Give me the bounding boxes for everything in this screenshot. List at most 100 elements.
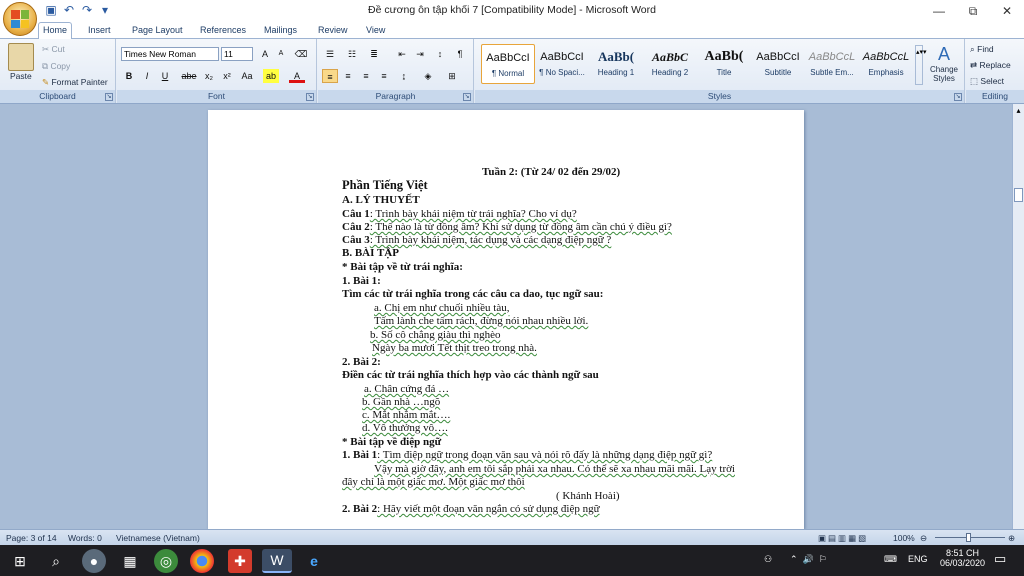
close-button[interactable]: ✕ — [990, 0, 1024, 22]
clock[interactable]: 8:51 CH 06/03/2020 — [940, 548, 985, 568]
font-family-select[interactable]: Times New Roman — [121, 47, 219, 61]
proverb-b-1: b. Số cô chẳng giàu thì nghèo — [370, 329, 501, 341]
zoom-in-icon[interactable]: ⊕ — [1008, 533, 1015, 544]
styles-scroll-icon[interactable]: ▴▾▾ — [915, 45, 927, 85]
bold-button[interactable]: B — [121, 69, 137, 83]
view-buttons-icon[interactable]: ▣▤▥▦▧ — [818, 533, 868, 544]
styles-launcher-icon[interactable]: ↘ — [954, 93, 962, 101]
tray-icons[interactable]: ⌃🔊⚐ — [790, 554, 832, 565]
grow-font-button[interactable]: A — [257, 47, 273, 61]
shading-icon[interactable]: ◈ — [420, 69, 436, 83]
font-group: Times New Roman 11 A A ⌫ B I U abe x₂ x²… — [117, 39, 317, 103]
app-icon[interactable]: ◎ — [154, 549, 178, 573]
paste-icon[interactable] — [8, 43, 34, 71]
tab-review[interactable]: Review — [314, 23, 352, 37]
app-icon[interactable]: ▦ — [118, 549, 142, 573]
tab-mailings[interactable]: Mailings — [260, 23, 301, 37]
strikethrough-button[interactable]: abe — [181, 69, 197, 83]
align-left-icon[interactable]: ≡ — [322, 69, 338, 83]
decrease-indent-icon[interactable]: ⇤ — [394, 47, 410, 61]
style-subtitle[interactable]: AaBbCcI Subtitle — [751, 44, 805, 84]
keyboard-icon[interactable]: ⌨ — [884, 554, 897, 565]
proverb-a-2: Tấm lành che tấm rách, đừng nói nhau nhi… — [374, 315, 589, 327]
tab-references[interactable]: References — [196, 23, 250, 37]
document-page[interactable]: Tuần 2: (Từ 24/ 02 đến 29/02) Phần Tiếng… — [208, 110, 804, 529]
repetition-ex-2: 2. Bài 2: Hãy viết một đoạn văn ngắn có … — [342, 503, 600, 515]
find-button[interactable]: ⌕ Find — [970, 44, 994, 55]
numbering-icon[interactable]: ☷ — [344, 47, 360, 61]
align-right-icon[interactable]: ≡ — [358, 69, 374, 83]
tab-page-layout[interactable]: Page Layout — [128, 23, 187, 37]
word-icon[interactable]: W — [262, 549, 292, 573]
office-button[interactable] — [3, 2, 37, 36]
exercise-1-label: 1. Bài 1: — [342, 275, 381, 287]
borders-icon[interactable]: ⊞ — [444, 69, 460, 83]
windows-start-icon[interactable]: ⊞ — [8, 549, 32, 573]
sort-icon[interactable]: ↕ — [432, 47, 448, 61]
chrome-icon[interactable] — [190, 549, 214, 573]
subscript-button[interactable]: x₂ — [201, 69, 217, 83]
language-indicator[interactable]: Vietnamese (Vietnam) — [116, 533, 200, 543]
zoom-slider-thumb[interactable] — [966, 533, 971, 542]
justify-icon[interactable]: ≡ — [376, 69, 392, 83]
style-subtle-emphasis[interactable]: AaBbCcL Subtle Em... — [805, 44, 859, 84]
shrink-font-button[interactable]: A — [273, 47, 289, 61]
italic-button[interactable]: I — [139, 69, 155, 83]
clipboard-launcher-icon[interactable]: ↘ — [105, 93, 113, 101]
change-styles-button[interactable]: A Change Styles — [927, 43, 961, 83]
tab-insert[interactable]: Insert — [84, 23, 115, 37]
superscript-button[interactable]: x² — [219, 69, 235, 83]
repetition-ex-1: 1. Bài 1: Tìm điệp ngữ trong đoạn văn sa… — [342, 449, 713, 461]
search-icon[interactable]: ⌕ — [44, 549, 68, 573]
cut-button[interactable]: ✂ Cut — [42, 44, 65, 55]
tab-view[interactable]: View — [362, 23, 389, 37]
multilevel-list-icon[interactable]: ≣ — [366, 47, 382, 61]
paragraph-label: Paragraph — [318, 90, 473, 103]
people-icon[interactable]: ⚇ — [764, 554, 772, 565]
ie-icon[interactable]: e — [302, 549, 326, 573]
page-count[interactable]: Page: 3 of 14 — [6, 533, 57, 543]
style-normal[interactable]: AaBbCcI ¶ Normal — [481, 44, 535, 84]
bullets-icon[interactable]: ☰ — [322, 47, 338, 61]
underline-button[interactable]: U — [157, 69, 173, 83]
increase-indent-icon[interactable]: ⇥ — [412, 47, 428, 61]
paste-button[interactable]: Paste — [10, 71, 32, 81]
minimize-button[interactable]: — — [922, 0, 956, 22]
font-color-icon[interactable]: A — [289, 69, 305, 83]
style-emphasis[interactable]: AaBbCcL Emphasis — [859, 44, 913, 84]
style-heading-1[interactable]: AaBb(Heading 1 — [589, 44, 643, 84]
zoom-out-icon[interactable]: ⊖ — [920, 533, 927, 544]
title-bar: ▣ ↶ ↷ ▾ Đề cương ôn tập khối 7 [Compatib… — [0, 0, 1024, 22]
app-icon[interactable]: ● — [82, 549, 106, 573]
font-size-select[interactable]: 11 — [221, 47, 253, 61]
style-heading-2[interactable]: AaBbC Heading 2 — [643, 44, 697, 84]
office-logo-icon — [11, 10, 29, 28]
style-title[interactable]: AaBb(Title — [697, 44, 751, 84]
repetition-heading: * Bài tập về điệp ngữ — [342, 436, 442, 448]
ruler-toggle-icon[interactable]: ▴ — [1013, 106, 1024, 115]
copy-button[interactable]: ⧉ Copy — [42, 61, 70, 72]
format-painter-button[interactable]: ✎ Format Painter — [42, 77, 108, 88]
restore-button[interactable]: ⧉ — [956, 0, 990, 22]
passage-line-1: Vậy mà giờ đây, anh em tôi sắp phải xa n… — [374, 463, 735, 475]
select-button[interactable]: ⬚ Select — [970, 76, 1004, 87]
clear-format-icon[interactable]: ⌫ — [293, 47, 309, 61]
paragraph-launcher-icon[interactable]: ↘ — [463, 93, 471, 101]
tab-home[interactable]: Home — [38, 22, 73, 39]
show-formatting-icon[interactable]: ¶ — [452, 47, 468, 61]
notification-icon[interactable]: ▭ — [994, 551, 1006, 567]
highlight-icon[interactable]: ab — [263, 69, 279, 83]
align-center-icon[interactable]: ≡ — [340, 69, 356, 83]
line-spacing-icon[interactable]: ↨ — [396, 69, 412, 83]
scrollbar-thumb[interactable] — [1014, 188, 1023, 202]
style-no-spacing[interactable]: AaBbCcI ¶ No Spaci... — [535, 44, 589, 84]
select-icon: ⬚ — [970, 76, 981, 86]
vertical-scrollbar[interactable]: ▴ — [1012, 104, 1024, 529]
change-case-button[interactable]: Aa — [239, 69, 255, 83]
app-icon[interactable]: ✚ — [228, 549, 252, 573]
font-launcher-icon[interactable]: ↘ — [306, 93, 314, 101]
replace-button[interactable]: ⇄ Replace — [970, 60, 1011, 71]
word-count[interactable]: Words: 0 — [68, 533, 102, 543]
zoom-level[interactable]: 100% — [893, 533, 915, 543]
input-language[interactable]: ENG — [908, 554, 928, 564]
